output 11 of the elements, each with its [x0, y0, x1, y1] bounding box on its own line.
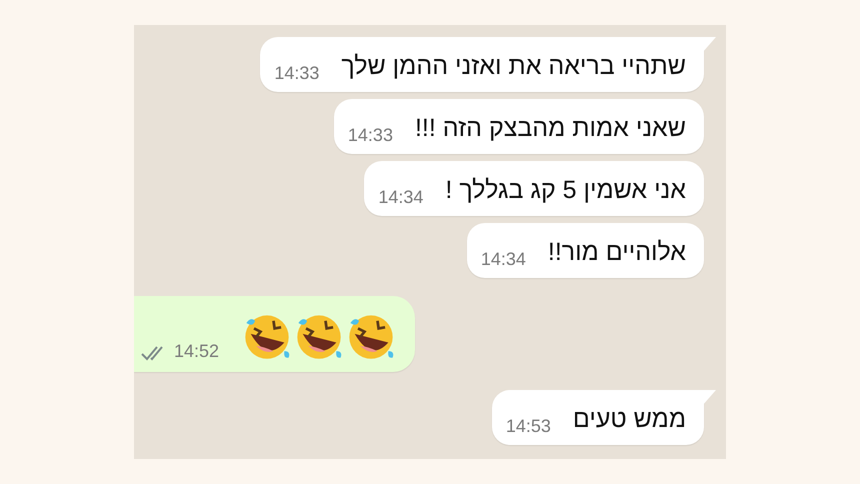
- message-time: 14:52: [174, 340, 220, 362]
- message-text: שאני אמות מהבצק הזה !!!: [414, 113, 686, 144]
- message-text: שתהיי בריאה את ואזני ההמן שלך: [341, 51, 686, 82]
- message-time: 14:33: [348, 124, 393, 146]
- message-time: 14:33: [274, 62, 320, 84]
- message-text: אני אשמין 5 קג בגללך !: [445, 175, 686, 206]
- message-time: 14:53: [506, 415, 551, 437]
- message-text: ממש טעים: [572, 404, 686, 435]
- message-time: 14:34: [378, 186, 424, 208]
- message-time: 14:34: [480, 248, 526, 270]
- message-text: אלוהיים מור!!: [548, 237, 686, 268]
